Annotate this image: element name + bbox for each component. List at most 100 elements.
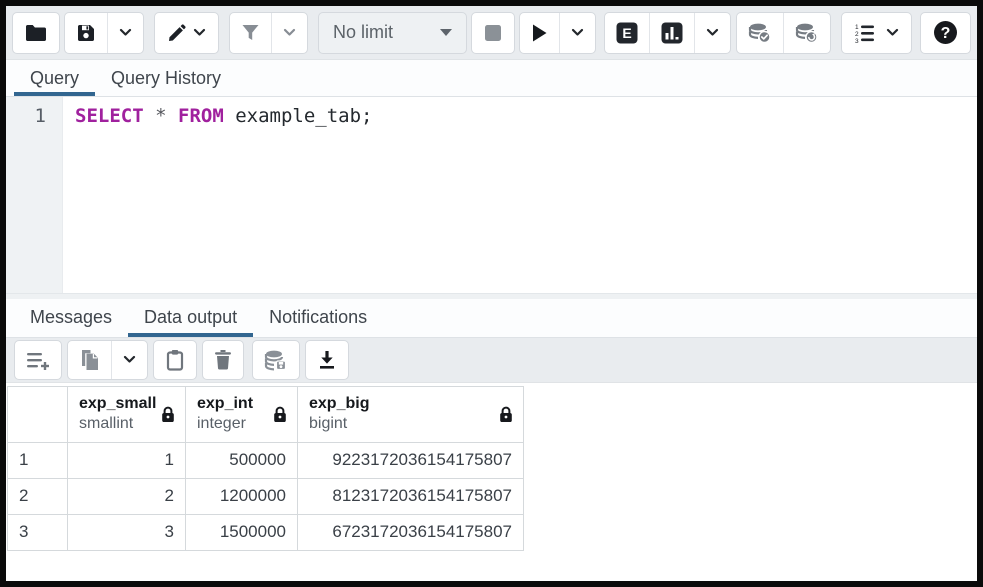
- tab-data-output-label: Data output: [144, 307, 237, 328]
- row-number-cell[interactable]: 1: [8, 442, 68, 478]
- svg-text:2: 2: [855, 31, 859, 38]
- edit-dropdown-button[interactable]: [154, 12, 219, 54]
- chevron-down-icon: [571, 28, 584, 37]
- data-output-grid: exp_small smallint exp_int: [6, 383, 977, 582]
- caret-down-icon: [440, 29, 452, 36]
- copy-button-group: [67, 340, 148, 380]
- tab-notifications-label: Notifications: [269, 307, 367, 328]
- main-toolbar: No limit: [6, 6, 977, 60]
- trash-icon: [214, 349, 232, 370]
- table-cell[interactable]: 9223172036154175807: [298, 442, 524, 478]
- save-button-group: [64, 12, 144, 54]
- table-cell[interactable]: 1: [68, 442, 186, 478]
- column-type: integer: [197, 414, 253, 434]
- chevron-down-icon: [123, 355, 136, 364]
- execute-query-button[interactable]: [520, 13, 559, 53]
- copy-icon: [79, 349, 100, 371]
- explain-analyze-icon: [661, 22, 683, 44]
- lock-icon: [499, 406, 513, 423]
- lock-icon: [161, 406, 175, 423]
- help-button[interactable]: ?: [920, 12, 971, 54]
- column-type: smallint: [79, 414, 156, 434]
- sql-code-area[interactable]: SELECT * FROM example_tab;: [63, 97, 977, 293]
- filter-icon: [241, 24, 260, 42]
- filter-options-dropdown[interactable]: [271, 13, 307, 53]
- column-header-exp-int[interactable]: exp_int integer: [186, 386, 298, 442]
- download-button[interactable]: [305, 340, 349, 380]
- copy-button[interactable]: [68, 341, 111, 379]
- filter-button[interactable]: [230, 13, 271, 53]
- sql-operator: *: [155, 105, 166, 127]
- explain-icon: E: [616, 22, 638, 44]
- tab-data-output[interactable]: Data output: [128, 299, 253, 337]
- row-number-cell[interactable]: 3: [8, 514, 68, 550]
- delete-row-button[interactable]: [202, 340, 244, 380]
- add-row-button[interactable]: [14, 340, 62, 380]
- table-cell[interactable]: 2: [68, 478, 186, 514]
- execute-options-dropdown[interactable]: [559, 13, 595, 53]
- column-name: exp_small: [79, 394, 156, 414]
- cancel-query-button[interactable]: [471, 12, 515, 54]
- macros-dropdown-button[interactable]: 123: [841, 12, 912, 54]
- explain-button-group: E: [604, 12, 731, 54]
- paste-icon: [165, 349, 185, 371]
- svg-text:3: 3: [855, 38, 859, 43]
- pencil-icon: [167, 23, 187, 43]
- data-output-toolbar: [6, 338, 977, 383]
- table-cell[interactable]: 500000: [186, 442, 298, 478]
- transaction-button-group: [736, 12, 831, 54]
- commit-icon: [748, 22, 772, 44]
- sql-keyword: FROM: [178, 105, 224, 127]
- sql-identifier: example_tab;: [224, 105, 373, 127]
- row-limit-value: No limit: [333, 22, 393, 43]
- line-number: 1: [6, 105, 46, 127]
- table-row: 3 3 1500000 6723172036154175807: [8, 514, 524, 550]
- macros-icon: 123: [854, 23, 880, 43]
- sql-keyword: SELECT: [75, 105, 144, 127]
- stop-icon: [484, 24, 502, 42]
- query-tool-window: No limit: [0, 0, 983, 587]
- open-file-button[interactable]: [12, 12, 60, 54]
- svg-text:E: E: [622, 25, 631, 41]
- save-options-dropdown[interactable]: [107, 13, 143, 53]
- save-icon: [76, 23, 96, 43]
- table-cell[interactable]: 8123172036154175807: [298, 478, 524, 514]
- chevron-down-icon: [283, 28, 296, 37]
- result-tabbar: Messages Data output Notifications: [6, 299, 977, 338]
- column-header-exp-small[interactable]: exp_small smallint: [68, 386, 186, 442]
- tab-query[interactable]: Query: [14, 60, 95, 96]
- tab-notifications[interactable]: Notifications: [253, 299, 383, 337]
- save-data-changes-button[interactable]: [252, 340, 300, 380]
- row-limit-select[interactable]: No limit: [318, 12, 467, 54]
- rollback-button[interactable]: [783, 13, 830, 53]
- table-cell[interactable]: 1500000: [186, 514, 298, 550]
- chevron-down-icon: [706, 28, 719, 37]
- tab-query-history[interactable]: Query History: [95, 60, 237, 96]
- copy-options-dropdown[interactable]: [111, 341, 147, 379]
- explain-button[interactable]: E: [605, 13, 649, 53]
- save-button[interactable]: [65, 13, 107, 53]
- svg-text:?: ?: [941, 25, 951, 42]
- explain-analyze-button[interactable]: [649, 13, 694, 53]
- corner-header-cell[interactable]: [8, 386, 68, 442]
- svg-text:1: 1: [855, 24, 859, 31]
- folder-icon: [25, 24, 47, 42]
- commit-button[interactable]: [737, 13, 783, 53]
- help-icon: ?: [933, 20, 958, 45]
- chevron-down-icon: [193, 28, 206, 37]
- table-cell[interactable]: 3: [68, 514, 186, 550]
- table-cell[interactable]: 6723172036154175807: [298, 514, 524, 550]
- add-row-icon: [26, 350, 50, 370]
- tab-query-label: Query: [30, 68, 79, 89]
- download-icon: [317, 350, 337, 370]
- column-header-exp-big[interactable]: exp_big bigint: [298, 386, 524, 442]
- filter-button-group: [229, 12, 308, 54]
- row-number-cell[interactable]: 2: [8, 478, 68, 514]
- tab-messages[interactable]: Messages: [14, 299, 128, 337]
- paste-button[interactable]: [153, 340, 197, 380]
- sql-editor: 1 SELECT * FROM example_tab;: [6, 97, 977, 293]
- table-row: 1 1 500000 9223172036154175807: [8, 442, 524, 478]
- explain-options-dropdown[interactable]: [694, 13, 730, 53]
- column-name: exp_big: [309, 394, 369, 414]
- table-cell[interactable]: 1200000: [186, 478, 298, 514]
